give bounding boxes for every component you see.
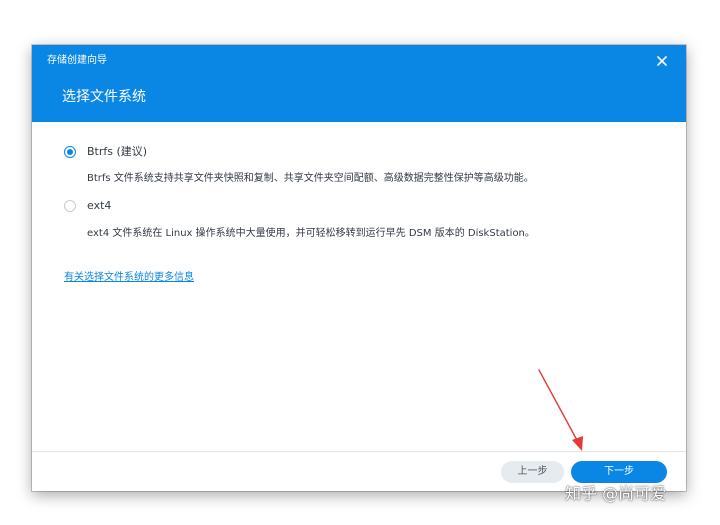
red-arrow-annotation xyxy=(538,369,583,451)
zhihu-watermark: 知乎 @尚可爱 xyxy=(565,484,667,503)
